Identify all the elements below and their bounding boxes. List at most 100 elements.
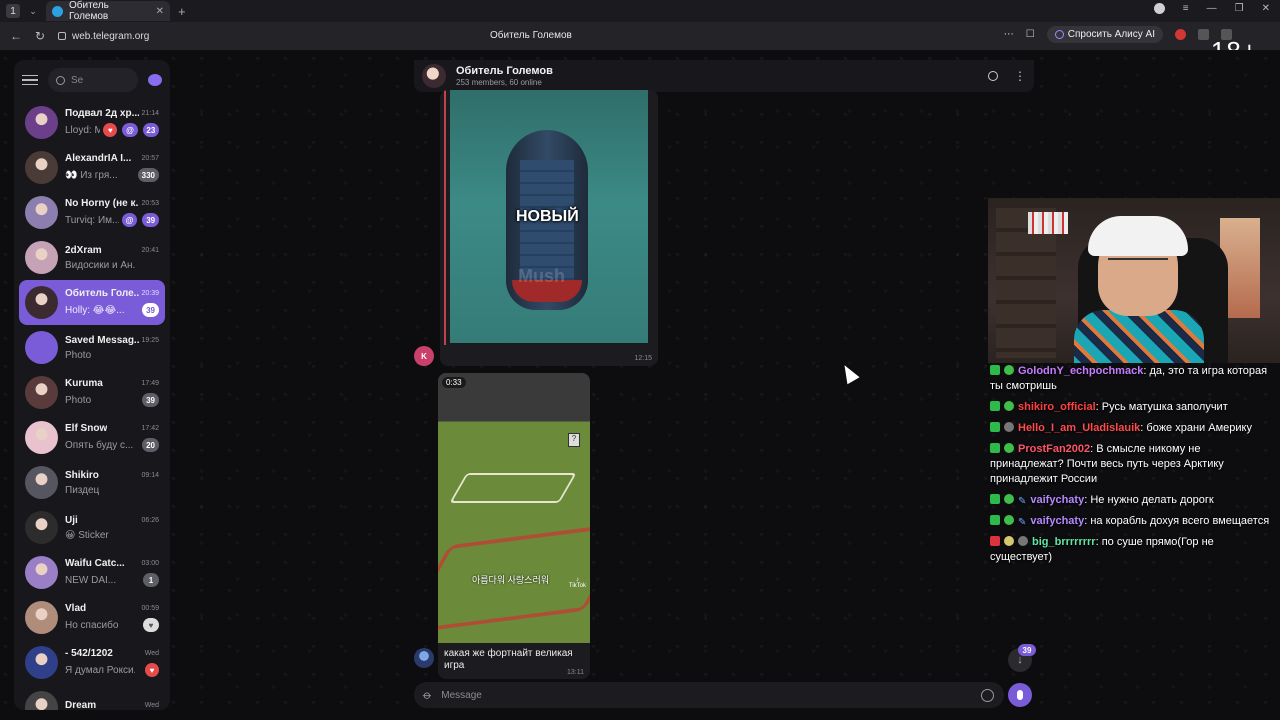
chat-preview: Но спасибо	[65, 619, 119, 631]
chat-time: 20:57	[141, 155, 159, 162]
chat-list-item[interactable]: Shikiro 09:14 Пиздец	[19, 460, 165, 505]
chat-avatar	[25, 646, 58, 679]
chat-list-item[interactable]: Kuruma 17:49 Photo 39	[19, 370, 165, 415]
close-icon[interactable]: ✕	[156, 6, 164, 17]
browser-tab[interactable]: Обитель Големов ✕	[46, 0, 170, 22]
hamburger-menu-icon[interactable]	[22, 74, 38, 86]
heart-reaction-icon: ♥	[143, 618, 159, 632]
video-player[interactable]: ? 아름다워 사랑스러워 ♪ TikTok 0:33	[438, 373, 590, 643]
chat-avatar	[25, 286, 58, 319]
ask-alice-button[interactable]: Спросить Алису AI	[1046, 26, 1163, 43]
message-input[interactable]	[441, 689, 981, 701]
chat-list-item[interactable]: Dream Wed	[19, 685, 165, 710]
chat-avatar[interactable]	[422, 64, 446, 88]
chat-list-item[interactable]: No Horny (не к... 20:53 Turviq: Им... @39	[19, 190, 165, 235]
sender-avatar[interactable]	[414, 648, 434, 668]
url-field[interactable]: web.telegram.org	[58, 31, 149, 42]
more-icon[interactable]: ⋯	[1004, 29, 1014, 40]
chat-time: 03:00	[141, 560, 159, 567]
chat-preview: 😀 Sticker	[65, 529, 109, 541]
reply-bar	[444, 90, 446, 345]
face-badge-icon	[1004, 536, 1014, 546]
chat-preview: Photo	[65, 349, 92, 361]
search-icon	[56, 75, 65, 85]
minimize-icon[interactable]: —	[1207, 3, 1217, 14]
chat-list-item[interactable]: Обитель Голе... 20:39 Holly: 😂😂... 39	[19, 280, 165, 325]
chat-time: Wed	[144, 650, 159, 657]
unread-badge: 39	[142, 303, 159, 317]
heart-badge-icon	[1004, 443, 1014, 453]
video-message[interactable]: НОВЫЙ Mush 12:15	[440, 90, 658, 366]
chat-time: 20:53	[141, 200, 159, 207]
extension-icon[interactable]	[1198, 29, 1209, 40]
back-arrow-icon[interactable]: ←	[8, 29, 24, 43]
emoji-icon[interactable]	[981, 688, 994, 702]
message-time: 13:11	[567, 669, 584, 676]
chat-list-item[interactable]: Waifu Catc... 03:00 NEW DAI... 1	[19, 550, 165, 595]
chat-username: shikiro_official	[1018, 401, 1096, 413]
bookmark-icon[interactable]: ☐	[1026, 29, 1035, 40]
video-message[interactable]: ? 아름다워 사랑스러워 ♪ TikTok 0:33 какая же фортн…	[438, 373, 590, 679]
chat-username: GolodnY_echpochmack	[1018, 365, 1144, 377]
chat-list-item[interactable]: Vlad 00:59 Но спасибо ♥	[19, 595, 165, 640]
chat-preview: 👀 Из гря...	[65, 169, 118, 181]
voice-record-button[interactable]	[1008, 683, 1032, 707]
reload-icon[interactable]: ↻	[32, 29, 48, 43]
sign-shape: ?	[568, 433, 580, 447]
chat-time: 20:39	[141, 290, 159, 297]
tab-title: Обитель Големов	[69, 0, 109, 22]
mention-icon: @	[122, 123, 138, 137]
pen-badge-icon: ✎	[1018, 496, 1027, 507]
chat-list-item[interactable]: Подвал 2д хр... 21:14 Lloyd: M ♥ @23	[19, 100, 165, 145]
stream-chat-message: ✎ vaifychaty: на корабль дохуя всего вмещ…	[990, 514, 1272, 529]
badge-icon	[990, 515, 1000, 525]
close-window-icon[interactable]: ✕	[1262, 3, 1270, 14]
more-vertical-icon[interactable]: ⋮	[1014, 70, 1026, 82]
new-tab-button[interactable]: +	[178, 4, 186, 19]
search-icon[interactable]	[988, 71, 998, 81]
sender-avatar[interactable]: K	[414, 346, 434, 366]
attach-icon[interactable]: ⌀	[420, 687, 435, 702]
chat-avatar	[25, 241, 58, 274]
streamer-shirt	[1074, 310, 1204, 363]
ship-image[interactable]: НОВЫЙ Mush	[450, 90, 648, 343]
chat-list-item[interactable]: - 542/1202 Wed Я думал Рокси... ♥	[19, 640, 165, 685]
streamer-hat	[1088, 216, 1188, 256]
chevron-down-icon[interactable]: ⌄	[26, 4, 40, 18]
chat-list-item[interactable]: 2dXram 20:41 Видосики и Ан...	[19, 235, 165, 280]
chat-header[interactable]: Обитель Големов 253 members, 60 online ⋮	[414, 60, 1034, 92]
chat-time: 20:41	[141, 246, 159, 254]
chat-preview: Опять буду с...	[65, 439, 134, 451]
chat-list-sidebar: Se Подвал 2д хр... 21:14 Lloyd: M ♥ @23 Alexa…	[14, 60, 170, 710]
chat-name: 2dXram	[65, 244, 102, 256]
badge-icon	[990, 443, 1000, 453]
chat-name: Saved Messag...	[65, 334, 139, 346]
menu-icon[interactable]: ≡	[1183, 3, 1189, 14]
unread-badge: 20	[142, 438, 159, 452]
telegram-icon	[52, 5, 63, 17]
chat-avatar	[25, 556, 58, 589]
chat-list-item[interactable]: Elf Snow 17:42 Опять буду с... 20	[19, 415, 165, 460]
chat-time: 17:49	[141, 380, 159, 387]
chat-list-item[interactable]: Saved Messag... 19:25 Photo	[19, 325, 165, 370]
chat-text: на корабль дохуя всего вмещается	[1090, 515, 1270, 527]
chat-username: vaifychaty	[1030, 515, 1085, 527]
webcam-overlay	[988, 198, 1280, 363]
chat-text: Не нужно делать дорогк	[1090, 494, 1214, 506]
search-input[interactable]: Se	[48, 68, 138, 92]
profile-icon[interactable]	[1153, 3, 1165, 14]
bear-emoji-icon[interactable]	[148, 74, 162, 86]
chat-avatar	[25, 511, 58, 544]
restore-icon[interactable]: ❐	[1235, 3, 1244, 14]
chat-list-item[interactable]: Uji 06:26 😀 Sticker	[19, 505, 165, 550]
url-text: web.telegram.org	[72, 30, 150, 42]
message-time: 12:15	[634, 355, 652, 362]
extension-icon[interactable]	[1175, 29, 1186, 40]
heart-badge-icon	[1004, 365, 1014, 375]
address-bar-actions: ⋯ ☐ Спросить Алису AI	[1004, 26, 1232, 43]
chat-text: боже храни Америку	[1146, 422, 1252, 434]
chat-name: AlexandrIA I...	[65, 153, 132, 164]
unread-badge: 330	[137, 168, 159, 182]
tab-counter-button[interactable]: 1	[6, 4, 20, 18]
chat-list-item[interactable]: AlexandrIA I... 20:57 👀 Из гря... 330	[19, 145, 165, 190]
